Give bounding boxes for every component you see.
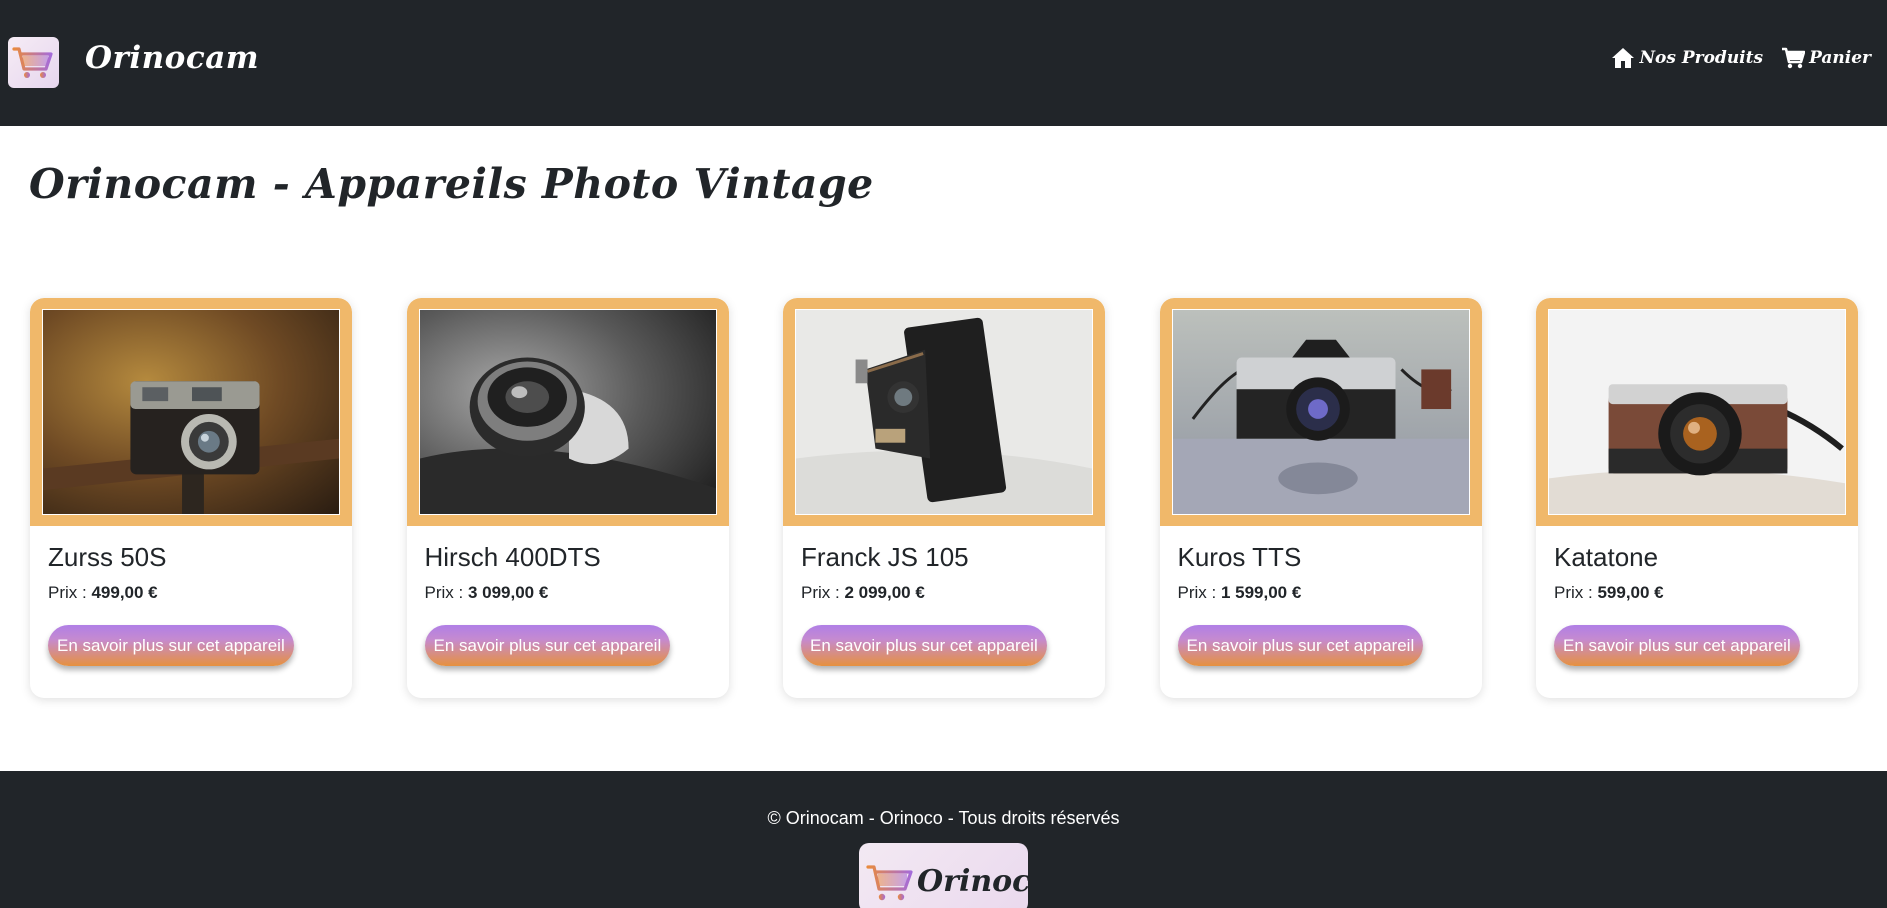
nav-link-products-label: Nos Produits xyxy=(1639,48,1764,68)
price-label: Prix : xyxy=(1177,583,1221,602)
footer-logo-text: Orinoco xyxy=(917,864,1028,899)
folding-camera-photo[interactable] xyxy=(795,309,1093,515)
product-image-frame xyxy=(1536,298,1858,526)
cart-logo-icon xyxy=(866,865,913,901)
product-price: Prix : 599,00 € xyxy=(1554,583,1664,603)
product-details-button[interactable]: En savoir plus sur cet appareil xyxy=(801,625,1047,666)
footer-logo: Orinoco xyxy=(859,843,1028,908)
price-label: Prix : xyxy=(801,583,845,602)
product-details-button[interactable]: En savoir plus sur cet appareil xyxy=(1177,625,1424,666)
page-title: Orinocam - Appareils Photo Vintage xyxy=(29,160,874,208)
product-details-button[interactable]: En savoir plus sur cet appareil xyxy=(48,625,294,666)
product-name: Zurss 50S xyxy=(48,542,167,572)
price-label: Prix : xyxy=(48,583,92,602)
nav-link-cart[interactable]: Panier xyxy=(1781,47,1871,69)
product-image-frame xyxy=(1159,298,1482,526)
product-card: Zurss 50S Prix : 499,00 € En savoir plus… xyxy=(30,298,352,698)
footer-copyright: © Orinocam - Orinoco - Tous droits réser… xyxy=(767,808,1120,828)
product-price: Prix : 3 099,00 € xyxy=(425,583,549,603)
price-value: 1 599,00 € xyxy=(1220,583,1302,602)
product-details-button[interactable]: En savoir plus sur cet appareil xyxy=(1554,625,1800,666)
product-price: Prix : 1 599,00 € xyxy=(1178,583,1302,603)
home-icon xyxy=(1611,47,1635,69)
product-details-button[interactable]: En savoir plus sur cet appareil xyxy=(424,625,671,666)
price-label: Prix : xyxy=(1554,583,1598,602)
price-value: 599,00 € xyxy=(1597,583,1664,602)
brand-name[interactable]: Orinocam xyxy=(85,40,259,76)
product-price: Prix : 499,00 € xyxy=(48,583,158,603)
black-white-lens-photo[interactable] xyxy=(418,309,717,515)
main-nav: Nos Produits Panier xyxy=(1611,47,1871,69)
product-name: Hirsch 400DTS xyxy=(424,542,601,572)
navbar: Orinocam Nos Produits Panier xyxy=(0,0,1887,126)
footer: © Orinocam - Orinoco - Tous droits réser… xyxy=(0,771,1887,908)
product-card: Katatone Prix : 599,00 € En savoir plus … xyxy=(1536,298,1858,698)
cart-logo-icon xyxy=(12,47,53,78)
product-list: Zurss 50S Prix : 499,00 € En savoir plus… xyxy=(30,298,1858,698)
product-name: Franck JS 105 xyxy=(801,542,969,572)
price-label: Prix : xyxy=(424,583,468,602)
cart-icon xyxy=(1781,47,1806,69)
product-price: Prix : 2 099,00 € xyxy=(801,583,925,603)
product-card: Franck JS 105 Prix : 2 099,00 € En savoi… xyxy=(783,298,1105,698)
product-name: Kuros TTS xyxy=(1177,542,1302,572)
vintage-camera-on-rail-photo[interactable] xyxy=(42,309,340,515)
product-image-frame xyxy=(406,298,729,526)
product-card: Hirsch 400DTS Prix : 3 099,00 € En savoi… xyxy=(406,298,729,698)
price-value: 499,00 € xyxy=(91,583,158,602)
brown-leather-camera-photo[interactable] xyxy=(1548,309,1846,515)
nav-link-cart-label: Panier xyxy=(1809,48,1871,68)
product-name: Katatone xyxy=(1554,542,1659,572)
brand-logo[interactable] xyxy=(8,37,59,88)
price-value: 2 099,00 € xyxy=(844,583,925,602)
price-value: 3 099,00 € xyxy=(467,583,549,602)
product-image-frame xyxy=(30,298,352,526)
nav-link-products[interactable]: Nos Produits xyxy=(1611,47,1763,69)
product-card: Kuros TTS Prix : 1 599,00 € En savoir pl… xyxy=(1159,298,1482,698)
product-image-frame xyxy=(783,298,1105,526)
minolta-camera-photo[interactable] xyxy=(1171,309,1470,515)
